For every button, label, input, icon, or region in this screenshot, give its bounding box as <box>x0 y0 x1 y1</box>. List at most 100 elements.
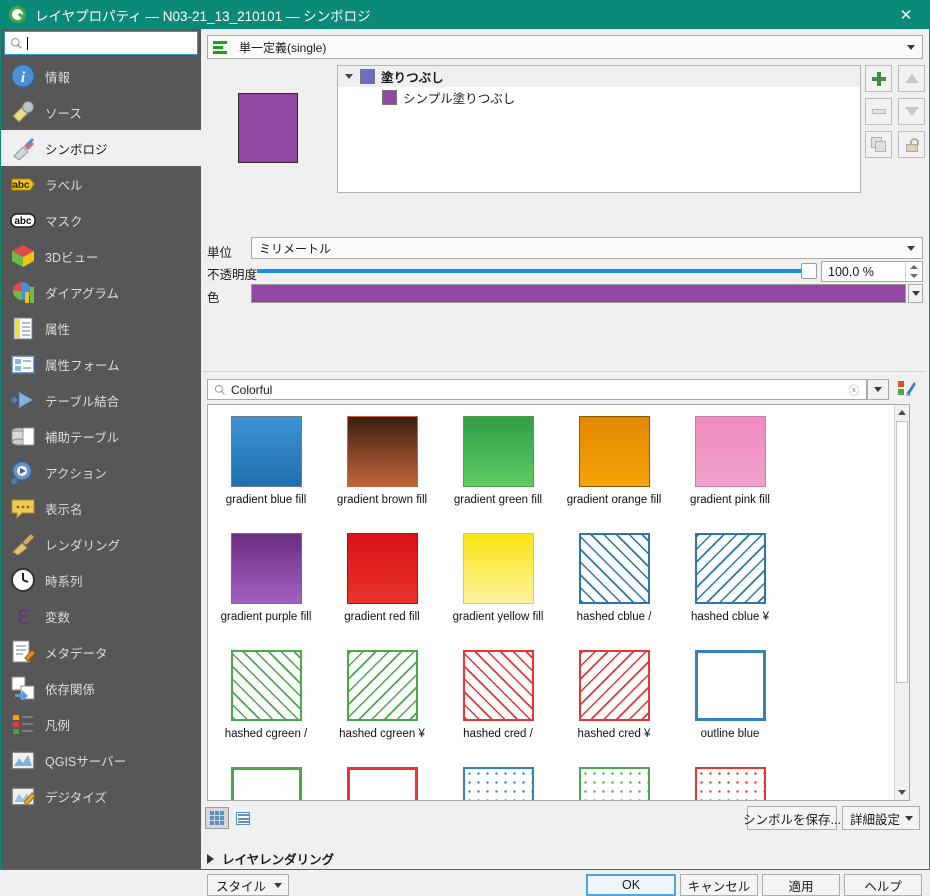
sidebar-item-11[interactable]: アクション <box>1 454 201 490</box>
sidebar-item-14[interactable]: 時系列 <box>1 562 201 598</box>
symbol-thumbnail <box>230 767 302 800</box>
gallery-scrollbar[interactable] <box>894 405 909 800</box>
auxiliary-storage-icon <box>9 422 37 450</box>
symbol-item[interactable]: gradient green fill <box>440 407 556 524</box>
spin-down-button[interactable] <box>906 272 922 282</box>
unit-value: ミリメートル <box>259 241 332 256</box>
help-button[interactable]: ヘルプ <box>844 874 922 896</box>
remove-symbol-layer-button[interactable] <box>865 98 892 125</box>
opacity-label: 不透明度 <box>207 268 258 282</box>
sidebar-nav-list: i 情報 ソース シンボロジ abc ラベル abc マスク 3Dビュー ダイアグラム 属性 属性フォ… <box>1 58 201 814</box>
symbol-item[interactable] <box>672 758 788 800</box>
close-icon[interactable]: ✕ <box>883 1 929 29</box>
color-button[interactable] <box>251 284 906 303</box>
move-down-button[interactable] <box>898 98 925 125</box>
style-manager-button[interactable]: a <box>895 377 919 401</box>
symbol-item[interactable] <box>556 758 672 800</box>
sidebar-item-3[interactable]: abc ラベル <box>1 166 201 202</box>
sidebar-item-6[interactable]: ダイアグラム <box>1 274 201 310</box>
duplicate-button[interactable] <box>865 131 892 158</box>
symbol-item[interactable]: hashed cblue / <box>556 524 672 641</box>
style-button-label: スタイル <box>215 879 266 894</box>
symbol-item[interactable]: gradient pink fill <box>672 407 788 524</box>
spin-up-button[interactable] <box>906 262 922 272</box>
symbol-item[interactable]: hashed cgreen / <box>208 641 324 758</box>
renderer-type-value: 単一定義(single) <box>239 40 327 55</box>
expand-toggle[interactable] <box>342 74 356 79</box>
sidebar-item-label: 依存関係 <box>45 682 96 697</box>
opacity-spinbox[interactable]: 100.0 % <box>821 261 923 282</box>
sidebar-item-16[interactable]: メタデータ <box>1 634 201 670</box>
scrollbar-thumb[interactable] <box>896 421 908 683</box>
sidebar-item-20[interactable]: デジタイズ <box>1 778 201 814</box>
style-button[interactable]: スタイル <box>207 874 289 896</box>
sidebar-item-18[interactable]: 凡例 <box>1 706 201 742</box>
sidebar-item-10[interactable]: 補助テーブル <box>1 418 201 454</box>
lock-button[interactable] <box>898 131 925 158</box>
symbol-item[interactable]: hashed cred ¥ <box>556 641 672 758</box>
sidebar-item-19[interactable]: QGISサーバー <box>1 742 201 778</box>
sidebar-item-15[interactable]: ℇ 変数 <box>1 598 201 634</box>
scroll-up-button[interactable] <box>895 405 909 420</box>
symbol-thumbnail <box>462 533 534 604</box>
symbol-item[interactable]: outline blue <box>672 641 788 758</box>
unit-combo[interactable]: ミリメートル <box>251 237 923 259</box>
symbol-item[interactable] <box>324 758 440 800</box>
symbol-gallery[interactable]: gradient blue fill gradient brown fill gra… <box>207 404 910 801</box>
symbol-tree-row[interactable]: シンプル塗りつぶし <box>338 87 860 108</box>
symbology-pane: 単一定義(single) 塗りつぶし シンプル塗りつぶし 単位 ミリメートル 不… <box>201 29 929 896</box>
opacity-spinner-buttons[interactable] <box>905 262 922 281</box>
symbol-item[interactable]: gradient blue fill <box>208 407 324 524</box>
symbol-layer-tree[interactable]: 塗りつぶし シンプル塗りつぶし <box>337 65 861 193</box>
symbol-thumbnail <box>346 650 418 721</box>
save-symbol-button[interactable]: シンボルを保存... <box>743 806 841 830</box>
symbol-item[interactable]: gradient brown fill <box>324 407 440 524</box>
symbol-item[interactable] <box>208 758 324 800</box>
add-symbol-layer-button[interactable] <box>865 65 892 92</box>
sidebar-item-0[interactable]: i 情報 <box>1 58 201 94</box>
move-up-button[interactable] <box>898 65 925 92</box>
sidebar-item-8[interactable]: 属性フォーム <box>1 346 201 382</box>
sidebar-item-13[interactable]: レンダリング <box>1 526 201 562</box>
style-filter-button[interactable] <box>867 379 889 400</box>
rendering-icon <box>9 530 37 558</box>
symbol-tree-row[interactable]: 塗りつぶし <box>338 66 860 87</box>
sidebar-search-input[interactable] <box>4 31 198 55</box>
color-label: 色 <box>207 291 220 305</box>
opacity-slider[interactable] <box>257 269 813 273</box>
symbol-item[interactable]: hashed cred / <box>440 641 556 758</box>
opacity-slider-handle[interactable] <box>801 263 817 279</box>
symbol-item[interactable]: gradient purple fill <box>208 524 324 641</box>
list-view-button[interactable] <box>231 807 255 829</box>
layer-rendering-section[interactable]: レイヤレンダリング <box>207 849 334 868</box>
sidebar-item-17[interactable]: 依存関係 <box>1 670 201 706</box>
sidebar-item-1[interactable]: ソース <box>1 94 201 130</box>
symbol-item[interactable]: gradient orange fill <box>556 407 672 524</box>
symbol-item[interactable]: gradient yellow fill <box>440 524 556 641</box>
ok-button[interactable]: OK <box>586 874 676 896</box>
sidebar-item-12[interactable]: 表示名 <box>1 490 201 526</box>
joins-icon <box>9 386 37 414</box>
sidebar-item-2[interactable]: シンボロジ <box>1 130 201 166</box>
symbol-item[interactable]: hashed cgreen ¥ <box>324 641 440 758</box>
symbol-item[interactable] <box>440 758 556 800</box>
symbol-caption: hashed cred ¥ <box>577 728 651 740</box>
grid-view-button[interactable] <box>205 807 229 829</box>
symbology-icon <box>9 134 37 162</box>
clear-icon[interactable]: ⓧ <box>847 383 861 397</box>
advanced-button-label: 詳細設定 <box>849 812 900 827</box>
sidebar-item-4[interactable]: abc マスク <box>1 202 201 238</box>
advanced-button[interactable]: 詳細設定 <box>842 806 920 830</box>
sidebar-item-7[interactable]: 属性 <box>1 310 201 346</box>
apply-button[interactable]: 適用 <box>762 874 840 896</box>
style-search-input[interactable]: Colorful ⓧ <box>207 379 867 400</box>
renderer-type-combo[interactable]: 単一定義(single) <box>207 35 923 59</box>
scroll-down-button[interactable] <box>895 785 909 800</box>
symbol-item[interactable]: gradient red fill <box>324 524 440 641</box>
sidebar-item-5[interactable]: 3Dビュー <box>1 238 201 274</box>
symbol-item[interactable]: hashed cblue ¥ <box>672 524 788 641</box>
sidebar-item-9[interactable]: テーブル結合 <box>1 382 201 418</box>
cancel-button[interactable]: キャンセル <box>680 874 758 896</box>
triangle-down-icon <box>345 74 353 79</box>
color-dropdown-button[interactable] <box>908 284 923 303</box>
